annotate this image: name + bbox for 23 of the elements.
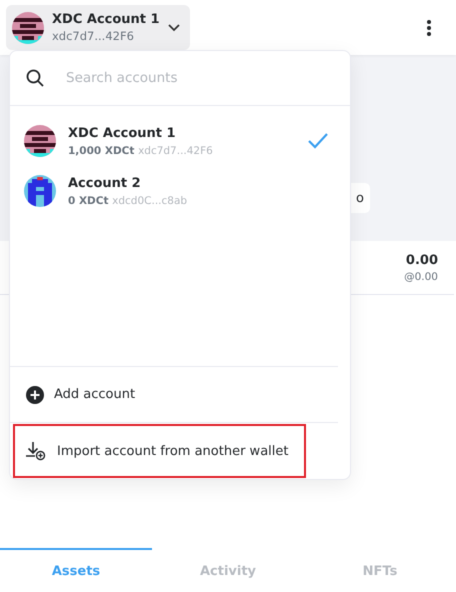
search-field[interactable]: Search accounts [64, 62, 334, 94]
account-name: XDC Account 1 [68, 126, 177, 140]
chevron-down-icon [168, 24, 180, 32]
asset-fiat-value: @0.00 [404, 271, 438, 283]
avatar-icon [24, 175, 56, 207]
plus-circle-icon [26, 386, 44, 404]
import-icon [25, 441, 47, 461]
account-name: Account 2 [68, 176, 142, 190]
search-icon [26, 69, 44, 87]
asset-amount: 0.00 [406, 253, 438, 268]
account-item[interactable]: XDC Account 1 1,000 XDCt xdc7d7...42F6 [10, 116, 350, 166]
menu-action[interactable]: Add account [10, 367, 350, 422]
menu-action[interactable]: Import account from another wallet [13, 424, 306, 478]
account-item[interactable]: Account 2 0 XDCt xdcd0C...c8ab [10, 166, 350, 216]
more-menu-icon[interactable] [426, 18, 432, 36]
account-name: XDC Account 1 [52, 12, 160, 27]
avatar-icon [12, 12, 44, 44]
account-address: xdc7d7...42F6 [52, 29, 134, 43]
account-balance: 1,000 XDCt xdc7d7...42F6 [68, 144, 214, 156]
action-button[interactable]: o [350, 183, 370, 213]
account-balance: 0 XDCt xdcd0C...c8ab [68, 194, 188, 206]
account-selector[interactable]: XDC Account 1 xdc7d7...42F6 [6, 5, 190, 50]
avatar-icon [24, 125, 56, 157]
